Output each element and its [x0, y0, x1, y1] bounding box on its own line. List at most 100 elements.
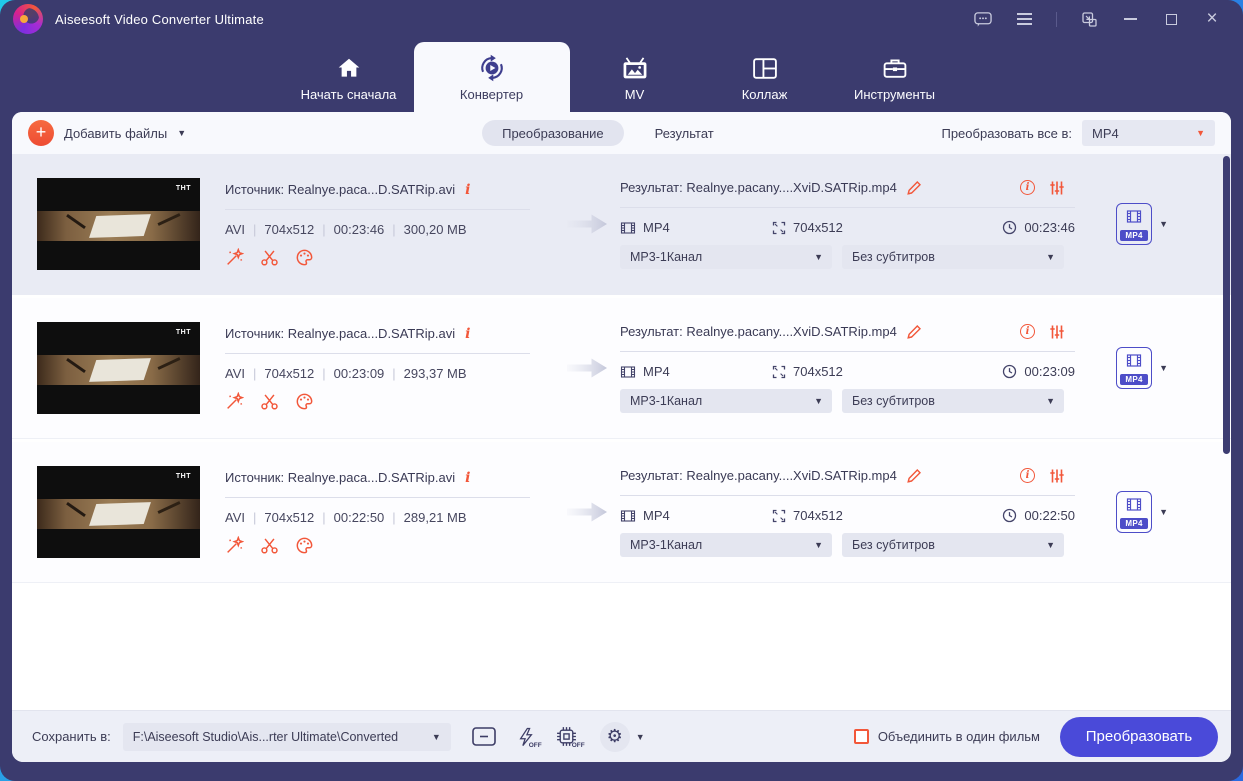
- source-meta: AVI704x51200:23:09293,37 MB: [225, 366, 530, 381]
- convert-all-select[interactable]: MP4 ▼: [1082, 120, 1215, 146]
- convert-arrow-icon: [565, 355, 609, 381]
- video-thumbnail[interactable]: ТНТ: [37, 178, 200, 270]
- source-format: AVI: [225, 221, 245, 237]
- edit-magic-icon[interactable]: [225, 391, 244, 411]
- source-size: 300,20 MB: [384, 222, 466, 237]
- minimize-icon[interactable]: [1121, 10, 1139, 28]
- palette-icon[interactable]: [295, 392, 314, 411]
- output-format-button[interactable]: MP4: [1116, 347, 1153, 389]
- video-thumbnail[interactable]: ТНТ: [37, 466, 200, 558]
- convert-arrow-icon: [565, 499, 609, 525]
- output-resolution: 704x512: [793, 364, 843, 379]
- source-info-icon[interactable]: i: [465, 470, 470, 486]
- source-resolution: 704x512: [245, 510, 314, 525]
- subtitle-select[interactable]: Без субтитров ▼: [842, 532, 1064, 557]
- add-files-button[interactable]: + Добавить файлы ▼: [28, 120, 186, 146]
- file-row[interactable]: ТНТ Источник: Realnye.paca...D.SATRip.av…: [12, 298, 1231, 439]
- window-controls: ×: [974, 9, 1243, 28]
- rename-icon[interactable]: [906, 468, 922, 484]
- resolution-icon: [772, 509, 786, 522]
- hardware-acceleration-button[interactable]: OFF: [517, 726, 542, 749]
- source-duration: 00:23:46: [314, 222, 384, 237]
- merge-checkbox[interactable]: [853, 729, 869, 744]
- result-meta: MP4 704x512 00:22:50: [620, 508, 1075, 524]
- film-icon: [620, 221, 636, 234]
- chevron-down-icon: ▼: [177, 128, 187, 138]
- palette-icon[interactable]: [295, 248, 314, 267]
- rename-icon[interactable]: [906, 180, 922, 196]
- cut-icon[interactable]: [260, 392, 279, 411]
- output-info-icon[interactable]: i: [1020, 180, 1035, 195]
- film-icon: [620, 509, 636, 522]
- save-to-label: Сохранить в:: [32, 729, 111, 744]
- tab-collage[interactable]: Коллаж: [700, 38, 830, 112]
- rename-icon[interactable]: [906, 324, 922, 340]
- cut-icon[interactable]: [260, 248, 279, 267]
- view-tab-convert[interactable]: Преобразование: [482, 120, 624, 146]
- open-folder-button[interactable]: [471, 725, 497, 748]
- chevron-down-icon: ▼: [1196, 128, 1205, 138]
- chevron-down-icon[interactable]: ▼: [1159, 507, 1168, 517]
- source-filename: Источник: Realnye.paca...D.SATRip.avi: [225, 182, 456, 197]
- result-meta: MP4 704x512 00:23:09: [620, 364, 1075, 380]
- edit-magic-icon[interactable]: [225, 535, 244, 555]
- scrollbar[interactable]: [1223, 156, 1230, 454]
- output-format: MP4: [643, 508, 670, 523]
- menu-icon[interactable]: [1015, 10, 1033, 28]
- tab-converter[interactable]: Конвертер: [413, 42, 570, 112]
- convert-button[interactable]: Преобразовать: [1060, 716, 1218, 757]
- resolution-icon: [772, 365, 786, 378]
- source-format: AVI: [225, 365, 245, 381]
- gpu-acceleration-button[interactable]: OFF: [555, 725, 585, 749]
- tab-tools[interactable]: Инструменты: [830, 38, 960, 112]
- audio-track-select[interactable]: MP3-1Канал ▼: [620, 388, 832, 413]
- film-icon: [1126, 498, 1142, 511]
- video-thumbnail[interactable]: ТНТ: [37, 322, 200, 414]
- output-format-button[interactable]: MP4: [1116, 491, 1153, 533]
- clock-icon: [1003, 220, 1017, 235]
- cut-icon[interactable]: [260, 536, 279, 555]
- toolbar: + Добавить файлы ▼ Преобразование Резуль…: [12, 112, 1231, 154]
- film-icon: [1126, 210, 1142, 223]
- converter-icon: [476, 51, 508, 85]
- result-filename: Результат: Realnye.pacany....XviD.SATRip…: [620, 324, 897, 339]
- source-info-icon[interactable]: i: [465, 182, 470, 198]
- view-tab-result[interactable]: Результат: [655, 126, 714, 141]
- source-duration: 00:22:50: [314, 510, 384, 525]
- feedback-icon[interactable]: [974, 10, 992, 28]
- output-duration: 00:23:09: [1024, 364, 1075, 379]
- view-switcher: Преобразование Результат: [482, 120, 714, 146]
- tab-home[interactable]: Начать сначала: [284, 38, 414, 112]
- profile-settings-icon[interactable]: [1049, 180, 1065, 196]
- audio-track-select[interactable]: MP3-1Канал ▼: [620, 532, 832, 557]
- maximize-icon[interactable]: [1162, 10, 1180, 28]
- profile-settings-icon[interactable]: [1049, 324, 1065, 340]
- clock-icon: [1003, 364, 1017, 379]
- chevron-down-icon[interactable]: ▼: [1159, 219, 1168, 229]
- minimize-to-tray-icon[interactable]: [1080, 10, 1098, 28]
- file-row[interactable]: ТНТ Источник: Realnye.paca...D.SATRip.av…: [12, 442, 1231, 583]
- output-duration: 00:23:46: [1024, 220, 1075, 235]
- edit-magic-icon[interactable]: [225, 247, 244, 267]
- tab-mv[interactable]: MV: [570, 38, 700, 112]
- output-info-icon[interactable]: i: [1020, 468, 1035, 483]
- output-resolution: 704x512: [793, 220, 843, 235]
- palette-icon[interactable]: [295, 536, 314, 555]
- source-filename: Источник: Realnye.paca...D.SATRip.avi: [225, 326, 456, 341]
- source-block: Источник: Realnye.paca...D.SATRip.avi i …: [225, 470, 530, 555]
- settings-button[interactable]: ⚙ ▼: [599, 721, 645, 752]
- output-info-icon[interactable]: i: [1020, 324, 1035, 339]
- output-format-button[interactable]: MP4: [1116, 203, 1153, 245]
- gear-icon: ⚙: [599, 721, 630, 752]
- chevron-down-icon[interactable]: ▼: [1159, 363, 1168, 373]
- save-path-select[interactable]: F:\Aiseesoft Studio\Ais...rter Ultimate\…: [122, 722, 451, 751]
- profile-settings-icon[interactable]: [1049, 468, 1065, 484]
- output-format: MP4: [643, 364, 670, 379]
- file-row[interactable]: ТНТ Источник: Realnye.paca...D.SATRip.av…: [12, 154, 1231, 295]
- subtitle-select[interactable]: Без субтитров ▼: [842, 244, 1064, 269]
- audio-track-select[interactable]: MP3-1Канал ▼: [620, 244, 832, 269]
- source-size: 289,21 MB: [384, 510, 466, 525]
- close-icon[interactable]: ×: [1203, 9, 1221, 28]
- subtitle-select[interactable]: Без субтитров ▼: [842, 388, 1064, 413]
- source-info-icon[interactable]: i: [465, 326, 470, 342]
